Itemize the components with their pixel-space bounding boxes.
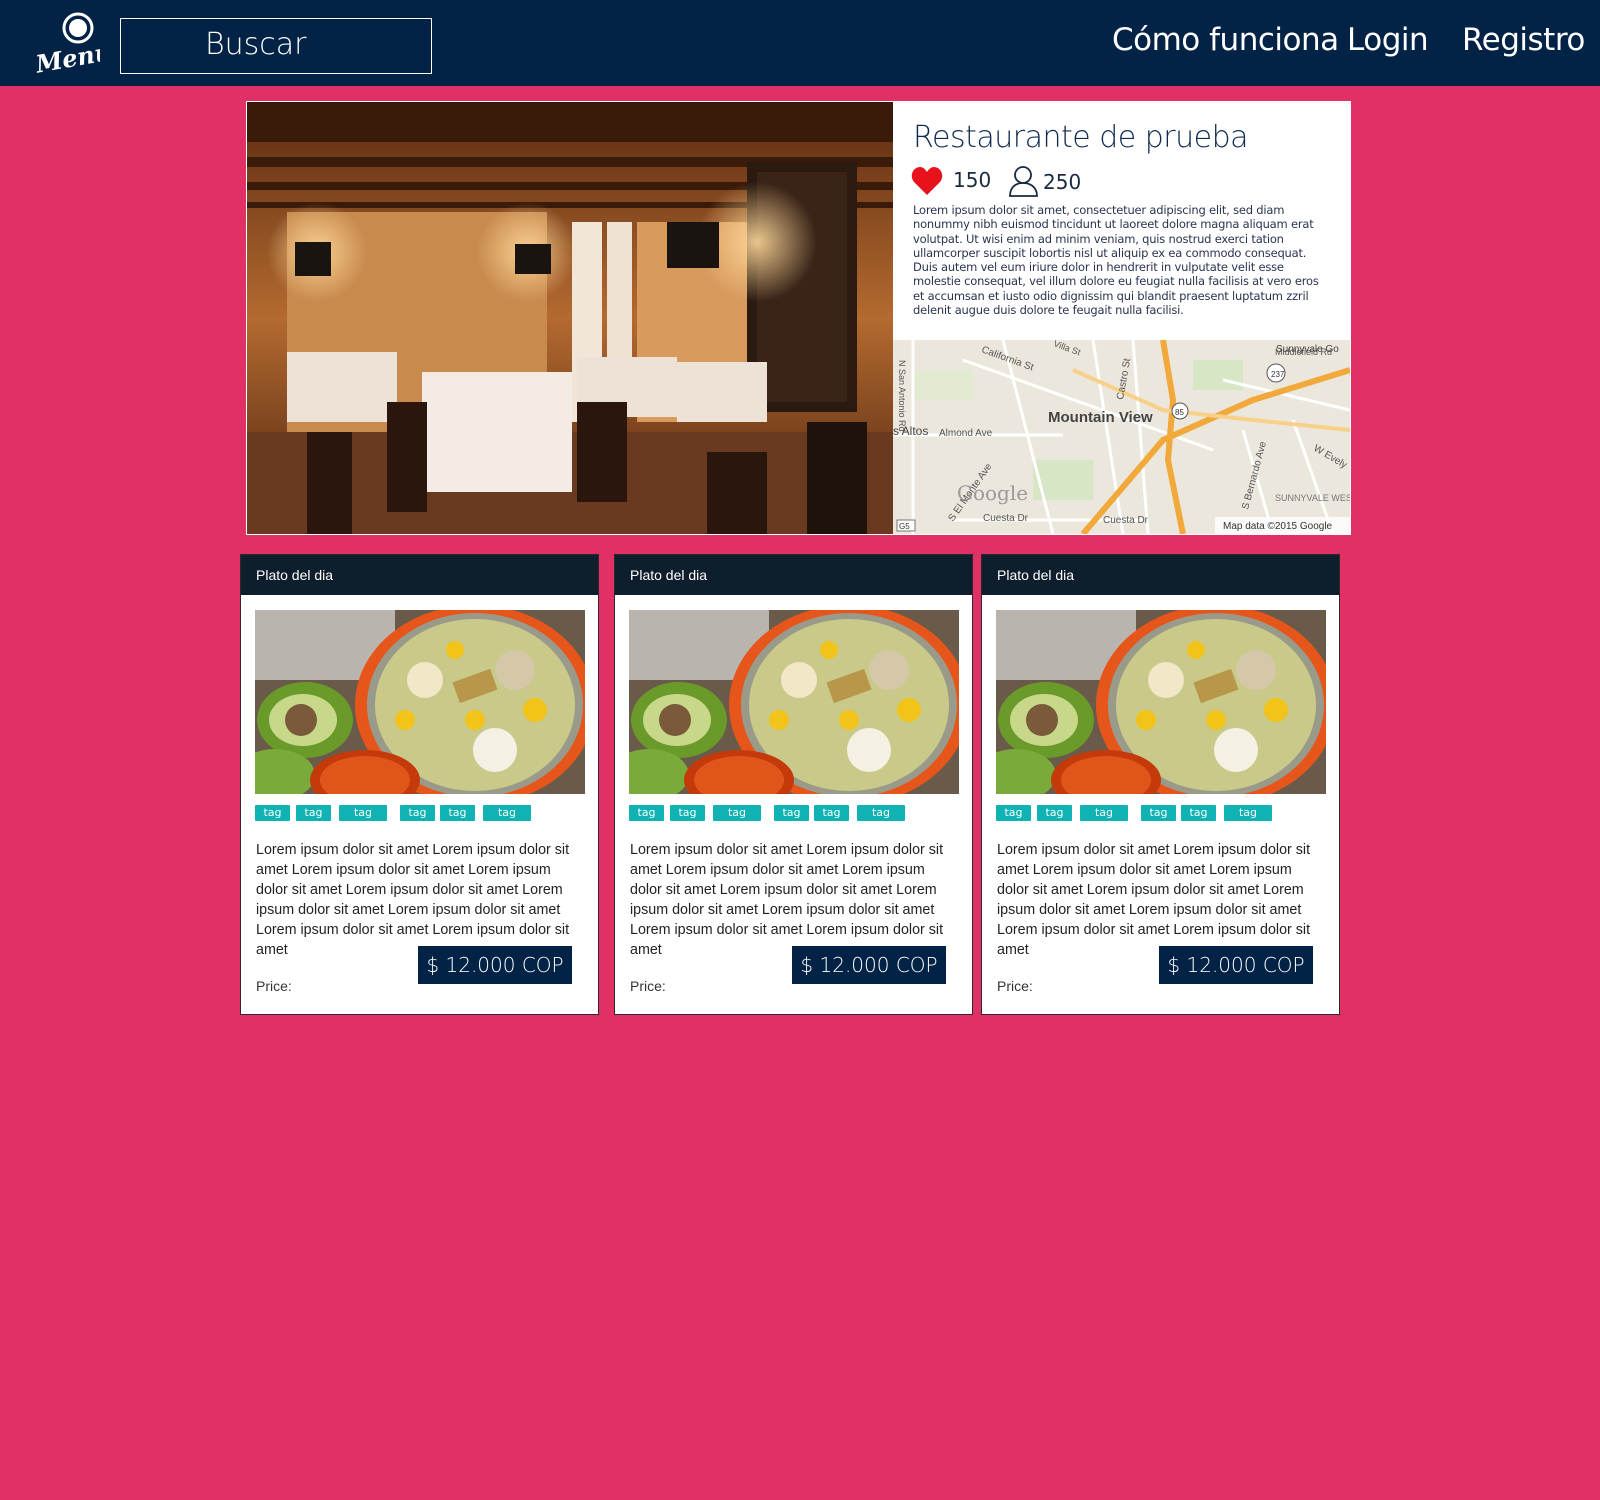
map-label-sunnyvale-west: SUNNYVALE WEST <box>1275 493 1350 503</box>
heart-icon[interactable] <box>911 166 943 196</box>
tag-list: tag tag tag tag tag tag <box>996 805 1326 822</box>
tag-chip[interactable]: tag <box>713 805 761 821</box>
dish-card[interactable]: Plato del dia tag tag tag tag tag tag Lo… <box>240 554 599 1015</box>
price-label: Price: <box>256 978 292 994</box>
restaurant-name: Restaurante de prueba <box>913 120 1249 155</box>
map-label-cuesta-2: Cuesta Dr <box>1103 515 1149 526</box>
search-input[interactable]: Buscar <box>120 18 432 74</box>
tag-chip[interactable]: tag <box>1037 805 1072 821</box>
tag-chip[interactable]: tag <box>670 805 705 821</box>
likes-count: 150 <box>953 168 992 192</box>
map-google-logo: Google <box>957 481 1028 505</box>
dish-card[interactable]: Plato del dia tag tag tag tag tag tag Lo… <box>614 554 973 1015</box>
tag-chip[interactable]: tag <box>1224 805 1272 821</box>
dish-description: Lorem ipsum dolor sit amet Lorem ipsum d… <box>256 842 570 958</box>
nav-login-link[interactable]: Login <box>1347 22 1429 58</box>
tag-chip[interactable]: tag <box>857 805 905 821</box>
tag-list: tag tag tag tag tag tag <box>629 805 959 822</box>
visits-count: 250 <box>1043 170 1082 194</box>
tag-chip[interactable]: tag <box>996 805 1031 821</box>
tag-chip[interactable]: tag <box>296 805 331 821</box>
map-city-label: Mountain View <box>1048 409 1153 426</box>
price-button[interactable]: $ 12.000 COP <box>418 946 572 984</box>
user-icon <box>1009 166 1038 197</box>
restaurant-panel: Restaurante de prueba 150 250 Lorem ipsu… <box>246 101 1351 535</box>
card-header: Plato del dia <box>982 555 1339 595</box>
logo-text: Menu <box>34 37 100 76</box>
tag-chip[interactable]: tag <box>483 805 531 821</box>
restaurant-stats: 150 250 <box>911 164 1211 197</box>
tag-chip[interactable]: tag <box>1181 805 1216 821</box>
tag-chip[interactable]: tag <box>1141 805 1176 821</box>
price-label: Price: <box>630 978 666 994</box>
card-header: Plato del dia <box>615 555 972 595</box>
dish-description: Lorem ipsum dolor sit amet Lorem ipsum d… <box>997 842 1311 958</box>
dish-photo <box>996 610 1326 794</box>
map-label-sunnyvale-golf: Sunnyvale Go <box>1276 344 1339 355</box>
restaurant-photo <box>247 102 893 534</box>
map-label-almond: Almond Ave <box>939 428 993 439</box>
dish-card[interactable]: Plato del dia tag tag tag tag tag tag Lo… <box>981 554 1340 1015</box>
tag-chip[interactable]: tag <box>1080 805 1128 821</box>
price-label: Price: <box>997 978 1033 994</box>
tag-chip[interactable]: tag <box>255 805 290 821</box>
map-label-g5: G5 <box>899 522 910 531</box>
map-label-san-antonio: N San Antonio Rd <box>897 360 907 432</box>
dish-photo <box>255 610 585 794</box>
map-label-cuesta-1: Cuesta Dr <box>983 513 1029 524</box>
tag-chip[interactable]: tag <box>774 805 809 821</box>
nav-register-link[interactable]: Registro <box>1462 22 1585 58</box>
restaurant-description: Lorem ipsum dolor sit amet, consectetuer… <box>913 203 1319 318</box>
menu-logo-icon[interactable]: Menu <box>34 12 100 76</box>
nav-how-it-works-link[interactable]: Cómo funciona <box>1112 22 1339 58</box>
dish-photo <box>629 610 959 794</box>
restaurant-info: Restaurante de prueba 150 250 Lorem ipsu… <box>893 102 1350 340</box>
tag-chip[interactable]: tag <box>440 805 475 821</box>
tag-chip[interactable]: tag <box>400 805 435 821</box>
tag-chip[interactable]: tag <box>629 805 664 821</box>
map-credit: Map data ©2015 Google <box>1223 521 1333 532</box>
card-header: Plato del dia <box>241 555 598 595</box>
map-label-hwy85: 85 <box>1175 408 1184 417</box>
tag-chip[interactable]: tag <box>339 805 387 821</box>
map-label-hwy237: 237 <box>1271 370 1285 379</box>
tag-list: tag tag tag tag tag tag <box>255 805 585 822</box>
location-map[interactable]: Mountain View s Altos Almond Ave Califor… <box>893 340 1350 534</box>
price-button[interactable]: $ 12.000 COP <box>792 946 946 984</box>
price-button[interactable]: $ 12.000 COP <box>1159 946 1313 984</box>
dish-description: Lorem ipsum dolor sit amet Lorem ipsum d… <box>630 842 944 958</box>
top-navbar: Menu Buscar Cómo funciona Login Registro <box>0 0 1600 86</box>
tag-chip[interactable]: tag <box>814 805 849 821</box>
